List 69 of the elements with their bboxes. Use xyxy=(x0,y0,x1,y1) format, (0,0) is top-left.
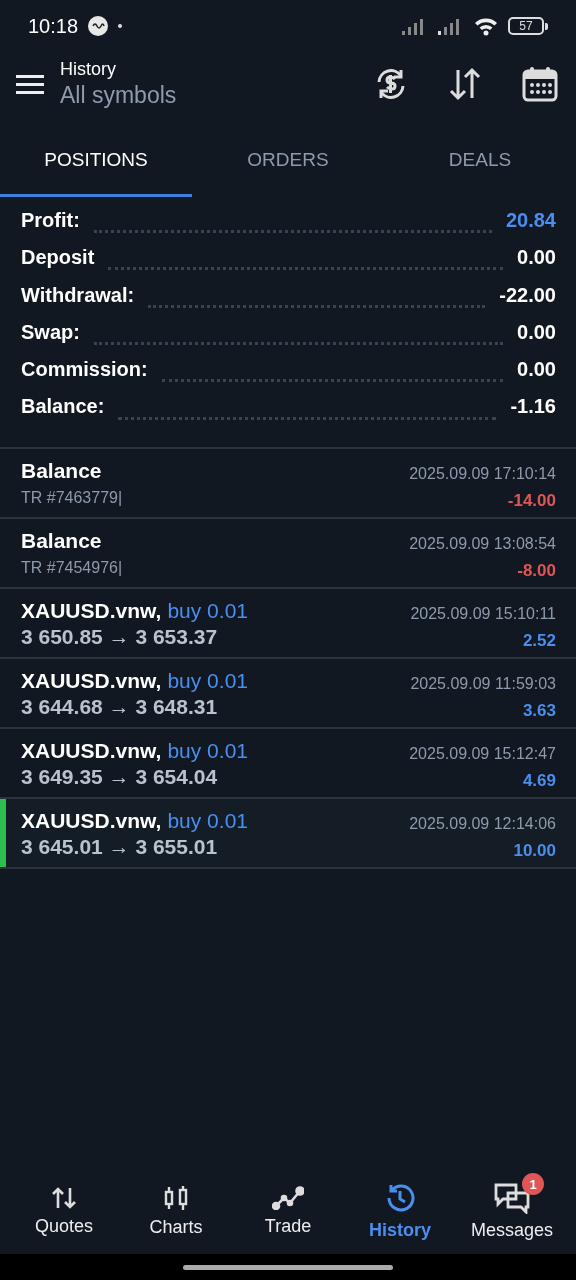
deal-symbol: XAUUSD.vnw, xyxy=(21,808,162,833)
summary-label: Deposit xyxy=(21,246,95,270)
summary-value: -1.16 xyxy=(510,395,556,419)
tab[interactable]: DEALS xyxy=(384,118,576,197)
deal-row[interactable]: Balance TR #7454976| 2025.09.09 13:08:54 -8.00 xyxy=(0,518,576,589)
line-chart-icon xyxy=(272,1185,304,1210)
deal-amount: 2.52 xyxy=(522,630,556,651)
summary-value: -22.00 xyxy=(499,283,556,307)
deal-action: buy 0.01 xyxy=(167,598,248,623)
calendar-icon[interactable] xyxy=(522,66,558,102)
deal-comment: TR #7454976| xyxy=(21,558,124,577)
screen-title: History xyxy=(60,59,117,80)
deal-amount: 10.00 xyxy=(513,840,556,861)
deal-amount: 3.63 xyxy=(522,700,556,721)
deal-row[interactable]: XAUUSD.vnw, buy 0.01 3 645.01 → 3 655.01 2025.09.09 12:14:06 10.00 xyxy=(0,798,576,869)
deal-prices: 3 650.85 → 3 653.37 xyxy=(21,624,219,649)
tab[interactable]: ORDERS xyxy=(192,118,384,197)
deal-prices: 3 644.68 → 3 648.31 xyxy=(21,694,219,719)
chat-bubbles-icon xyxy=(493,1181,531,1214)
deal-action: buy 0.01 xyxy=(167,668,248,693)
app-logo-icon xyxy=(88,16,109,36)
summary-value: 0.00 xyxy=(517,320,556,344)
deal-action: buy 0.01 xyxy=(167,738,248,763)
deal-time: 2025.09.09 17:10:14 xyxy=(409,464,556,483)
wifi-icon xyxy=(474,16,498,36)
deal-prices: 3 645.01 → 3 655.01 xyxy=(21,834,219,859)
sort-icon[interactable] xyxy=(448,67,482,101)
deal-row[interactable]: Balance TR #7463779| 2025.09.09 17:10:14 -14.00 xyxy=(0,448,576,519)
deal-amount: 4.69 xyxy=(522,770,556,791)
notification-dot-icon xyxy=(118,24,123,28)
deal-comment: TR #7463779| xyxy=(21,488,124,507)
nav-tab[interactable]: Quotes xyxy=(8,1172,120,1254)
nav-tab[interactable]: Charts xyxy=(120,1172,232,1254)
summary-value: 0.00 xyxy=(517,246,556,270)
nav-tab[interactable]: History xyxy=(344,1172,456,1254)
summary-label: Balance: xyxy=(21,395,105,419)
summary-value: 20.84 xyxy=(505,209,556,232)
deal-amount: -14.00 xyxy=(507,490,556,511)
deal-time: 2025.09.09 15:10:11 xyxy=(410,604,556,623)
deal-action: buy 0.01 xyxy=(167,808,248,833)
menu-icon[interactable] xyxy=(16,74,44,94)
nav-tab[interactable]: Trade xyxy=(232,1172,344,1254)
symbol-filter[interactable]: All symbols xyxy=(60,82,177,109)
clock-time: 10:18 xyxy=(28,14,79,38)
deal-row[interactable]: XAUUSD.vnw, buy 0.01 3 650.85 → 3 653.37 2025.09.09 15:10:11 2.52 xyxy=(0,588,576,659)
deal-title: Balance xyxy=(21,528,103,553)
deal-time: 2025.09.09 11:59:03 xyxy=(410,674,556,693)
candlestick-icon xyxy=(163,1184,189,1211)
home-indicator[interactable] xyxy=(183,1264,393,1270)
deal-symbol: XAUUSD.vnw, xyxy=(21,738,162,763)
deal-time: 2025.09.09 15:12:47 xyxy=(409,744,556,763)
summary-label: Profit: xyxy=(21,209,80,232)
deal-symbol: XAUUSD.vnw, xyxy=(21,598,162,623)
tab[interactable]: POSITIONS xyxy=(0,118,192,197)
deal-time: 2025.09.09 13:08:54 xyxy=(409,534,556,553)
summary-value: 0.00 xyxy=(517,358,556,382)
selection-bar xyxy=(0,798,6,867)
deal-row[interactable]: XAUUSD.vnw, buy 0.01 3 644.68 → 3 648.31 2025.09.09 11:59:03 3.63 xyxy=(0,658,576,729)
notification-badge: 1 xyxy=(522,1173,544,1195)
deal-amount: -8.00 xyxy=(517,560,556,581)
deal-title: Balance xyxy=(21,458,103,483)
summary-label: Commission: xyxy=(21,358,148,382)
deal-symbol: XAUUSD.vnw, xyxy=(21,668,162,693)
summary-label: Swap: xyxy=(21,320,80,344)
nav-tab[interactable]: Messages 1 xyxy=(456,1172,568,1254)
summary-label: Withdrawal: xyxy=(21,283,135,307)
deal-time: 2025.09.09 12:14:06 xyxy=(409,814,556,833)
up-down-arrows-icon xyxy=(51,1185,77,1210)
deal-prices: 3 649.35 → 3 654.04 xyxy=(21,764,219,789)
